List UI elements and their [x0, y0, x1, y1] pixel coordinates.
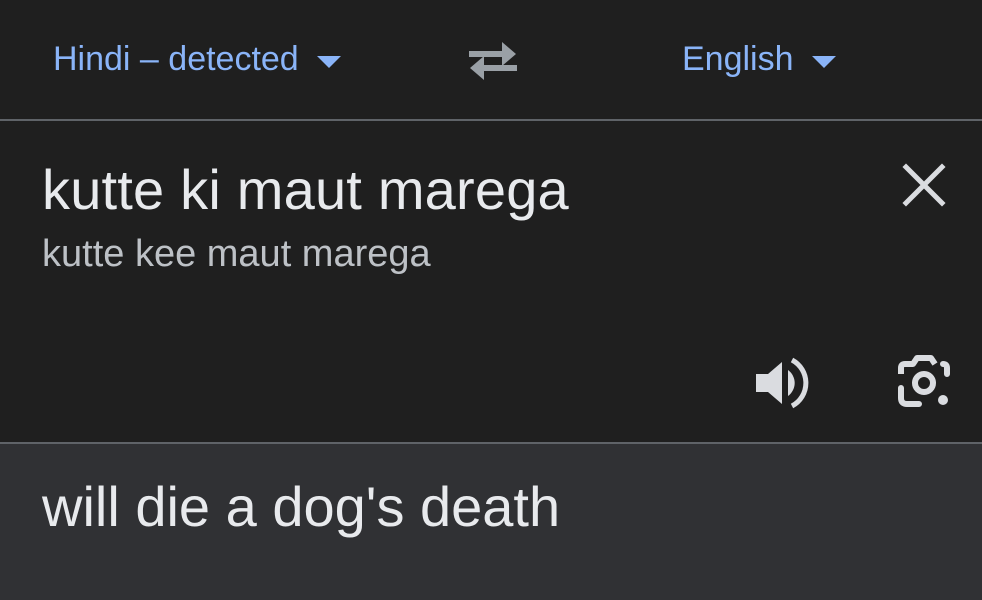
transliteration-text: kutte kee maut marega	[42, 233, 431, 275]
camera-lens-icon	[898, 355, 950, 407]
caret-down-icon	[811, 56, 836, 68]
clear-button[interactable]	[900, 161, 948, 209]
result-panel: will die a dog's death	[0, 444, 982, 600]
close-icon	[902, 163, 946, 207]
speaker-icon	[756, 357, 809, 409]
listen-button[interactable]	[752, 354, 810, 412]
target-language-selector[interactable]: English	[682, 36, 836, 82]
source-language-selector[interactable]: Hindi – detected	[53, 36, 341, 82]
source-language-label: Hindi – detected	[53, 39, 299, 78]
source-text[interactable]: kutte ki maut marega	[42, 157, 569, 222]
language-bar: Hindi – detected English	[0, 0, 982, 120]
swap-arrows-icon	[469, 42, 517, 80]
caret-down-icon	[316, 56, 341, 68]
translate-app: Hindi – detected English kutte ki maut m…	[0, 0, 982, 600]
target-language-label: English	[682, 39, 794, 78]
translation-text[interactable]: will die a dog's death	[42, 474, 560, 539]
source-panel[interactable]: kutte ki maut marega kutte kee maut mare…	[0, 121, 982, 442]
swap-languages-button[interactable]	[462, 34, 524, 86]
camera-button[interactable]	[893, 354, 955, 412]
